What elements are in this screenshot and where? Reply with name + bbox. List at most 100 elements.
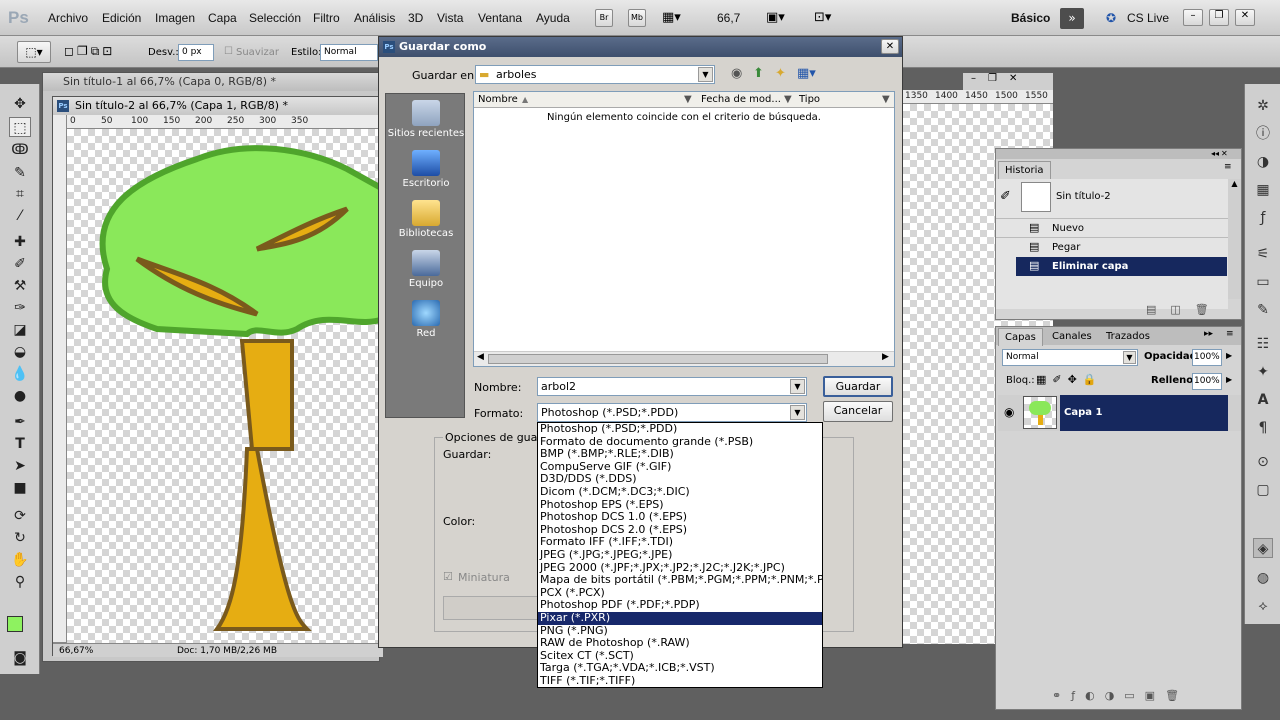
menu-seleccion[interactable]: Selección xyxy=(249,11,301,25)
chevron-down-icon[interactable]: ▼ xyxy=(790,379,805,394)
move-tool-icon[interactable]: ✥ xyxy=(9,94,31,114)
menu-archivo[interactable]: Archivo xyxy=(48,11,88,25)
history-scrollbar[interactable]: ▲ xyxy=(1228,179,1241,299)
view-menu-icon[interactable]: ▦▾ xyxy=(797,66,816,81)
menu-imagen[interactable]: Imagen xyxy=(155,11,195,25)
eraser-tool-icon[interactable]: ◪ xyxy=(9,320,31,340)
history-brush-icon[interactable]: ✑ xyxy=(9,298,31,318)
paths-panel-icon[interactable]: ⟡ xyxy=(1253,596,1273,616)
format-option[interactable]: CompuServe GIF (*.GIF) xyxy=(538,461,822,474)
stamp-tool-icon[interactable]: ⚒ xyxy=(9,276,31,296)
foreground-color-swatch[interactable] xyxy=(7,616,23,632)
mini-bridge-icon[interactable]: Mb xyxy=(628,9,646,27)
panel-menu-icon[interactable]: ≡ xyxy=(1226,329,1234,339)
menu-3d[interactable]: 3D xyxy=(408,11,423,25)
scroll-thumb[interactable] xyxy=(488,354,828,364)
opacity-input[interactable]: 100% xyxy=(1192,349,1222,366)
format-option[interactable]: Photoshop DCS 1.0 (*.EPS) xyxy=(538,511,822,524)
arrange-documents-icon[interactable]: ▣▾ xyxy=(766,10,785,25)
info-icon[interactable]: ⓘ xyxy=(1253,124,1273,144)
history-item-selected[interactable]: ▤ Eliminar capa xyxy=(1016,257,1227,276)
history-item[interactable]: ▤ Pegar xyxy=(996,237,1228,256)
panel-menu-icon[interactable]: ≡ xyxy=(1224,162,1232,172)
cancel-button[interactable]: Cancelar xyxy=(823,401,893,422)
style-select[interactable]: Normal xyxy=(320,44,378,61)
chevron-down-icon[interactable]: ▼ xyxy=(698,67,713,82)
chevron-down-icon[interactable]: ▼ xyxy=(1123,351,1136,364)
format-option[interactable]: JPEG (*.JPG;*.JPEG;*.JPE) xyxy=(538,549,822,562)
column-filter-icon[interactable]: ▼ xyxy=(684,92,692,107)
nav-network[interactable]: Red xyxy=(386,300,466,339)
format-option[interactable]: Pixar (*.PXR) xyxy=(538,611,822,625)
nav-desktop[interactable]: Escritorio xyxy=(386,150,466,189)
paths-icon[interactable]: ✦ xyxy=(1253,362,1273,382)
shape-tool-icon[interactable]: ■ xyxy=(9,478,31,498)
panel-close-icon[interactable]: ✕ xyxy=(1221,149,1228,159)
format-option[interactable]: JPEG 2000 (*.JPF;*.JPX;*.JP2;*.J2C;*.J2K… xyxy=(538,562,822,575)
column-name[interactable]: Nombre xyxy=(478,92,518,107)
notes-icon[interactable]: ▢ xyxy=(1253,480,1273,500)
menu-capa[interactable]: Capa xyxy=(208,11,237,25)
nav-computer[interactable]: Equipo xyxy=(386,250,466,289)
history-brush-source-icon[interactable]: ✐ xyxy=(1000,189,1011,204)
tab-capas[interactable]: Capas xyxy=(998,328,1043,346)
status-zoom[interactable]: 66,67% xyxy=(59,644,93,658)
tab-canales[interactable]: Canales xyxy=(1046,328,1098,345)
screen-mode-icon[interactable]: ⊡▾ xyxy=(814,10,831,25)
new-folder-icon[interactable]: ✦ xyxy=(775,66,786,81)
blend-mode-select[interactable]: Normal ▼ xyxy=(1002,349,1138,366)
feather-input[interactable]: 0 px xyxy=(178,44,214,61)
antialias-checkbox[interactable]: ☐ xyxy=(224,46,233,57)
status-doc-size[interactable]: Doc: 1,70 MB/2,26 MB xyxy=(177,644,277,658)
brushes-icon[interactable]: ✎ xyxy=(1253,300,1273,320)
format-option[interactable]: BMP (*.BMP;*.RLE;*.DIB) xyxy=(538,448,822,461)
file-list[interactable]: Nombre ▲ ▼ Fecha de mod... ▼ Tipo ▼ Ning… xyxy=(473,91,895,367)
paragraph-icon[interactable]: ¶ xyxy=(1253,418,1273,438)
nav-recent-places[interactable]: Sitios recientes xyxy=(386,100,466,139)
dodge-tool-icon[interactable]: ● xyxy=(9,386,31,406)
3d-rotate-icon[interactable]: ⟳ xyxy=(9,506,31,526)
column-filter-icon[interactable]: ▼ xyxy=(882,92,890,107)
up-folder-icon[interactable]: ⬆ xyxy=(753,66,764,81)
layer-name[interactable]: Capa 1 xyxy=(1064,407,1102,418)
blur-tool-icon[interactable]: 💧 xyxy=(9,364,31,384)
thumbnail-checkbox[interactable]: ☑ xyxy=(443,570,453,583)
workspace-expand-icon[interactable]: » xyxy=(1060,8,1084,29)
format-option[interactable]: Photoshop (*.PSD;*.PDD) xyxy=(538,423,822,436)
scroll-left-icon[interactable]: ◀ xyxy=(477,352,484,362)
tab-historia[interactable]: Historia xyxy=(998,161,1051,179)
canvas[interactable] xyxy=(67,129,383,643)
paint-bucket-icon[interactable]: ◒ xyxy=(9,342,31,362)
format-option[interactable]: PCX (*.PCX) xyxy=(538,587,822,600)
lock-icons[interactable]: ▦✐✥🔒 xyxy=(1036,373,1103,386)
marquee-tool-preset-icon[interactable]: ⬚▾ xyxy=(17,41,51,63)
format-option[interactable]: D3D/DDS (*.DDS) xyxy=(538,473,822,486)
quick-mask-icon[interactable]: ◙ xyxy=(9,648,31,668)
tab-trazados[interactable]: Trazados xyxy=(1100,328,1156,345)
styles-icon[interactable]: ƒ xyxy=(1253,208,1273,228)
format-option[interactable]: Photoshop PDF (*.PDF;*.PDP) xyxy=(538,599,822,612)
cslive-menu[interactable]: CS Live xyxy=(1127,11,1169,25)
doc2-title[interactable]: Sin título-2 al 66,7% (Capa 1, RGB/8) * xyxy=(53,97,381,115)
layers-action-icons[interactable]: ⚭ƒ◐◑▭▣🗑 xyxy=(1052,689,1189,702)
column-type[interactable]: Tipo xyxy=(799,92,820,107)
quick-select-icon[interactable]: ✎ xyxy=(9,163,31,183)
menu-filtro[interactable]: Filtro xyxy=(313,11,340,25)
zoom-tool-icon[interactable]: ⚲ xyxy=(9,572,31,592)
layers-panel-icon[interactable]: ◈ xyxy=(1253,538,1273,558)
format-select[interactable]: Photoshop (*.PSD;*.PDD) ▼ xyxy=(537,403,807,422)
format-option[interactable]: TIFF (*.TIF;*.TIFF) xyxy=(538,675,822,688)
scroll-right-icon[interactable]: ▶ xyxy=(882,352,889,362)
selection-mode-icons[interactable]: ◻❐⧉⊡ xyxy=(64,44,115,59)
format-option[interactable]: Formato IFF (*.IFF;*.TDI) xyxy=(538,536,822,549)
minimize-icon[interactable]: – xyxy=(1183,9,1203,26)
back-icon[interactable]: ◉ xyxy=(731,66,742,81)
menu-vista[interactable]: Vista xyxy=(437,11,463,25)
filename-input[interactable]: arbol2 ▼ xyxy=(537,377,807,396)
dialog-close-icon[interactable]: ✕ xyxy=(881,39,899,54)
opacity-slider-icon[interactable]: ▶ xyxy=(1226,351,1232,360)
visibility-eye-icon[interactable]: ◉ xyxy=(1004,405,1014,419)
chevron-down-icon[interactable]: ▼ xyxy=(790,405,805,420)
format-option[interactable]: Photoshop DCS 2.0 (*.EPS) xyxy=(538,524,822,537)
swatches-icon[interactable]: ▦ xyxy=(1253,180,1273,200)
